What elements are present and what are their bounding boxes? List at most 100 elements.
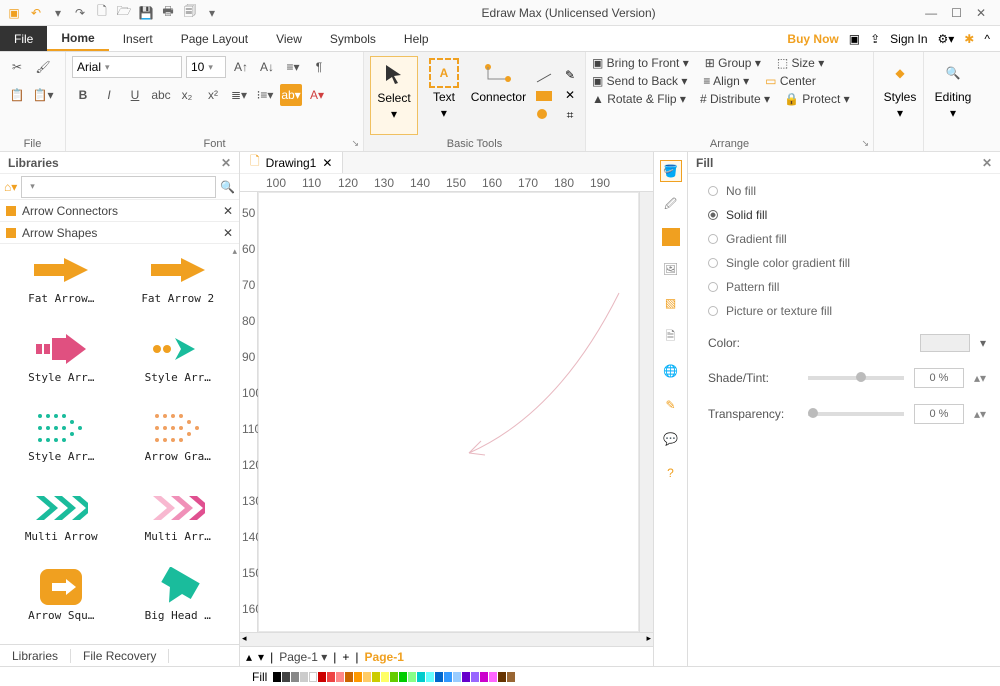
copy-icon[interactable]: 📋: [6, 84, 28, 106]
line-shape-icon[interactable]: [535, 72, 553, 84]
doc-tab-drawing1[interactable]: 🗋Drawing1✕: [240, 152, 343, 173]
transparency-slider[interactable]: [808, 412, 904, 416]
page-tool-icon[interactable]: 🗎: [660, 326, 682, 348]
shrink-font-icon[interactable]: A↓: [256, 56, 278, 78]
arrange-dialog-launcher[interactable]: ↘: [861, 138, 869, 149]
cut-icon[interactable]: ✂: [6, 56, 28, 78]
circle-shape-icon[interactable]: [535, 108, 553, 120]
underline-button[interactable]: U: [124, 84, 146, 106]
delete-shape-icon[interactable]: ✕: [565, 88, 575, 102]
line-tool-icon[interactable]: 🖉: [660, 194, 682, 216]
connector-tool-button[interactable]: Connector: [470, 56, 527, 135]
minimize-icon[interactable]: —: [925, 6, 937, 20]
shape-arrow-gradient[interactable]: Arrow Gra…: [123, 408, 234, 479]
export-icon[interactable]: 🗐: [182, 5, 198, 21]
styles-button[interactable]: ◆ Styles▾: [880, 56, 920, 120]
vertical-scrollbar[interactable]: [639, 192, 653, 632]
close-section-icon[interactable]: ✕: [223, 226, 233, 240]
page-up-icon[interactable]: ▴: [246, 650, 252, 664]
library-search-input[interactable]: ▾: [21, 176, 216, 198]
tab-help[interactable]: Help: [390, 26, 443, 51]
text-tool-button[interactable]: A Text▾: [420, 56, 468, 135]
rotate-flip-button[interactable]: ▲ Rotate & Flip ▾: [592, 92, 686, 106]
numbering-icon[interactable]: ⁝≡▾: [254, 84, 276, 106]
help-tool-icon[interactable]: ?: [660, 462, 682, 484]
italic-button[interactable]: I: [98, 84, 120, 106]
library-section-connectors[interactable]: Arrow Connectors✕: [0, 200, 239, 222]
crop-icon[interactable]: ⌗: [567, 108, 574, 123]
color-swatches[interactable]: [273, 672, 515, 682]
strike-button[interactable]: abc: [150, 84, 172, 106]
protect-button[interactable]: 🔒 Protect ▾: [784, 92, 850, 106]
radio-solid-fill[interactable]: Solid fill: [708, 208, 986, 222]
align-button[interactable]: ≡ Align ▾: [703, 74, 749, 88]
save-icon[interactable]: 💾: [138, 5, 154, 21]
close-icon[interactable]: ✕: [976, 6, 986, 20]
send-to-back-button[interactable]: ▣ Send to Back ▾: [592, 74, 687, 88]
shape-style-arrow-2[interactable]: Style Arr…: [123, 329, 234, 400]
dropdown-icon[interactable]: ▾: [50, 5, 66, 21]
buy-now-link[interactable]: Buy Now: [787, 32, 838, 46]
distribute-button[interactable]: # Distribute ▾: [700, 92, 770, 106]
shape-fat-arrow-2[interactable]: Fat Arrow 2: [123, 250, 234, 321]
radio-picture-fill[interactable]: Picture or texture fill: [708, 304, 986, 318]
shape-style-arrow-3[interactable]: Style Arr…: [6, 408, 117, 479]
highlight-icon[interactable]: ab▾: [280, 84, 302, 106]
drawing-canvas[interactable]: [258, 192, 639, 632]
font-dialog-launcher[interactable]: ↘: [351, 138, 359, 149]
page-down-icon[interactable]: ▾: [258, 650, 264, 664]
radio-single-gradient-fill[interactable]: Single color gradient fill: [708, 256, 986, 270]
tab-symbols[interactable]: Symbols: [316, 26, 390, 51]
grow-font-icon[interactable]: A↑: [230, 56, 252, 78]
spin-arrows-icon[interactable]: ▴▾: [974, 407, 986, 421]
share-icon[interactable]: ⇪: [870, 32, 880, 46]
horizontal-scrollbar[interactable]: ◂▸: [240, 632, 653, 646]
subscript-button[interactable]: x₂: [176, 84, 198, 106]
export-icon[interactable]: ▣: [849, 32, 860, 46]
tab-file[interactable]: File: [0, 26, 47, 51]
shade-slider[interactable]: [808, 376, 904, 380]
search-icon[interactable]: 🔍: [220, 180, 235, 194]
tab-home[interactable]: Home: [47, 26, 108, 51]
radio-pattern-fill[interactable]: Pattern fill: [708, 280, 986, 294]
color-dropdown-icon[interactable]: ▾: [980, 336, 986, 350]
logo-icon[interactable]: ✱: [964, 32, 974, 46]
home-icon[interactable]: ⌂▾: [4, 180, 17, 194]
font-name-combo[interactable]: Arial▾: [72, 56, 182, 78]
tab-view[interactable]: View: [262, 26, 316, 51]
shape-tool-icon[interactable]: [662, 228, 680, 246]
fill-tool-icon[interactable]: 🪣: [660, 160, 682, 182]
shape-big-head[interactable]: Big Head …: [123, 567, 234, 638]
line-spacing-icon[interactable]: ≡▾: [282, 56, 304, 78]
shape-multi-arrow-1[interactable]: Multi Arrow: [6, 488, 117, 559]
radio-no-fill[interactable]: No fill: [708, 184, 986, 198]
open-icon[interactable]: 🗁: [116, 5, 132, 21]
center-button[interactable]: ▭ Center: [765, 74, 816, 88]
sign-in-link[interactable]: Sign In: [890, 32, 927, 46]
page-combo[interactable]: Page-1 ▾: [279, 650, 327, 664]
scroll-up-icon[interactable]: ▴: [232, 246, 237, 257]
shape-style-arrow-1[interactable]: Style Arr…: [6, 329, 117, 400]
tab-file-recovery[interactable]: File Recovery: [71, 649, 169, 663]
print-icon[interactable]: 🖶: [160, 5, 176, 21]
image-tool-icon[interactable]: 🖼: [660, 258, 682, 280]
edit-tool-icon[interactable]: ✎: [660, 394, 682, 416]
font-color-icon[interactable]: A▾: [306, 84, 328, 106]
bring-to-front-button[interactable]: ▣ Bring to Front ▾: [592, 56, 689, 70]
gear-icon[interactable]: ⚙▾: [938, 32, 955, 46]
group-button[interactable]: ⊞ Group ▾: [705, 56, 761, 70]
undo-icon[interactable]: ↶: [28, 5, 44, 21]
layer-tool-icon[interactable]: ▧: [660, 292, 682, 314]
spin-arrows-icon[interactable]: ▴▾: [974, 371, 986, 385]
collapse-ribbon-icon[interactable]: ^: [984, 32, 990, 46]
shade-value[interactable]: 0 %: [914, 368, 964, 388]
rect-shape-icon[interactable]: [535, 90, 553, 102]
shape-multi-arrow-2[interactable]: Multi Arr…: [123, 488, 234, 559]
new-icon[interactable]: 🗋: [94, 5, 110, 21]
size-button[interactable]: ⬚ Size ▾: [777, 56, 824, 70]
tab-insert[interactable]: Insert: [109, 26, 167, 51]
close-libraries-icon[interactable]: ✕: [221, 156, 231, 170]
pencil-icon[interactable]: ✎: [565, 68, 575, 82]
radio-gradient-fill[interactable]: Gradient fill: [708, 232, 986, 246]
maximize-icon[interactable]: ☐: [951, 6, 962, 20]
